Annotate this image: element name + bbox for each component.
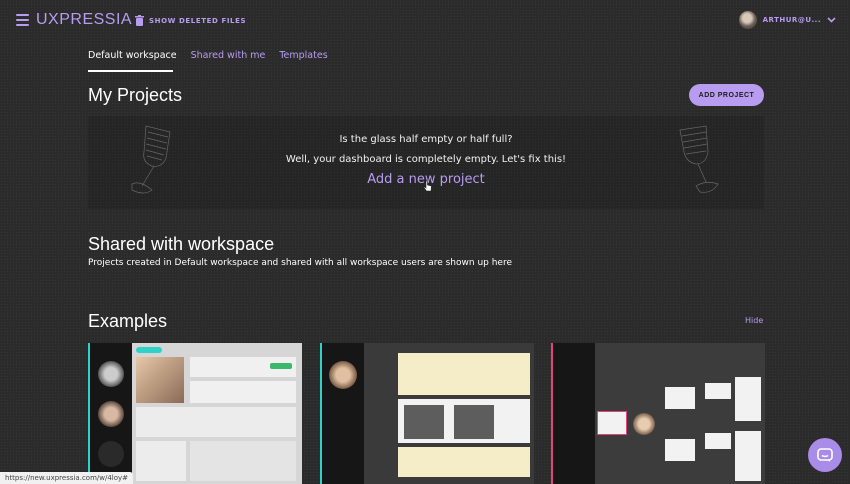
avatar — [738, 11, 757, 29]
example-card-1[interactable] — [88, 343, 302, 484]
chat-icon — [817, 447, 833, 462]
active-tab-indicator — [88, 70, 173, 72]
chevron-down-icon — [827, 17, 836, 23]
cursor-icon — [423, 180, 432, 192]
user-menu[interactable]: ARTHUR@U... — [738, 11, 836, 29]
menu-icon[interactable] — [16, 14, 29, 26]
card-canvas — [364, 343, 534, 484]
my-projects-title: My Projects — [88, 85, 183, 105]
add-project-button[interactable]: ADD PROJECT — [689, 84, 764, 106]
show-deleted-files-label: SHOW DELETED FILES — [149, 16, 247, 25]
status-bar-url: https://new.uxpressia.com/w/4loy# — [0, 472, 134, 484]
persona-sidebar — [90, 343, 132, 484]
empty-message-line2: Well, your dashboard is completely empty… — [285, 154, 567, 165]
example-card-3[interactable] — [551, 343, 765, 484]
persona-sidebar — [322, 343, 364, 484]
workspace-tabs: Default workspace Shared with me Templat… — [88, 50, 328, 67]
tab-shared-with-me[interactable]: Shared with me — [191, 50, 266, 67]
persona-avatar — [98, 361, 124, 387]
shared-with-workspace-title: Shared with workspace — [88, 234, 275, 254]
example-card-2[interactable] — [320, 343, 534, 484]
tab-default-workspace[interactable]: Default workspace — [88, 50, 177, 67]
persona-avatar — [98, 441, 124, 467]
user-name: ARTHUR@U... — [762, 16, 821, 24]
persona-sidebar — [553, 343, 595, 484]
hide-examples-link[interactable]: Hide — [745, 316, 763, 325]
examples-title: Examples — [88, 311, 168, 331]
logo[interactable]: UXPRESSIA — [36, 11, 132, 29]
persona-avatar — [329, 361, 357, 389]
empty-projects-panel: Is the glass half empty or half full? We… — [88, 116, 764, 209]
persona-avatar — [98, 401, 124, 427]
show-deleted-files-button[interactable]: SHOW DELETED FILES — [135, 15, 246, 26]
card-canvas — [132, 343, 302, 484]
shared-description: Projects created in Default workspace an… — [88, 258, 513, 268]
trash-icon — [135, 15, 144, 26]
top-bar: UXPRESSIA SHOW DELETED FILES ARTHUR@U... — [0, 0, 850, 40]
empty-message-line1: Is the glass half empty or half full? — [339, 134, 513, 145]
chat-button[interactable] — [808, 438, 842, 472]
card-canvas — [595, 343, 765, 484]
tab-templates[interactable]: Templates — [279, 50, 327, 67]
